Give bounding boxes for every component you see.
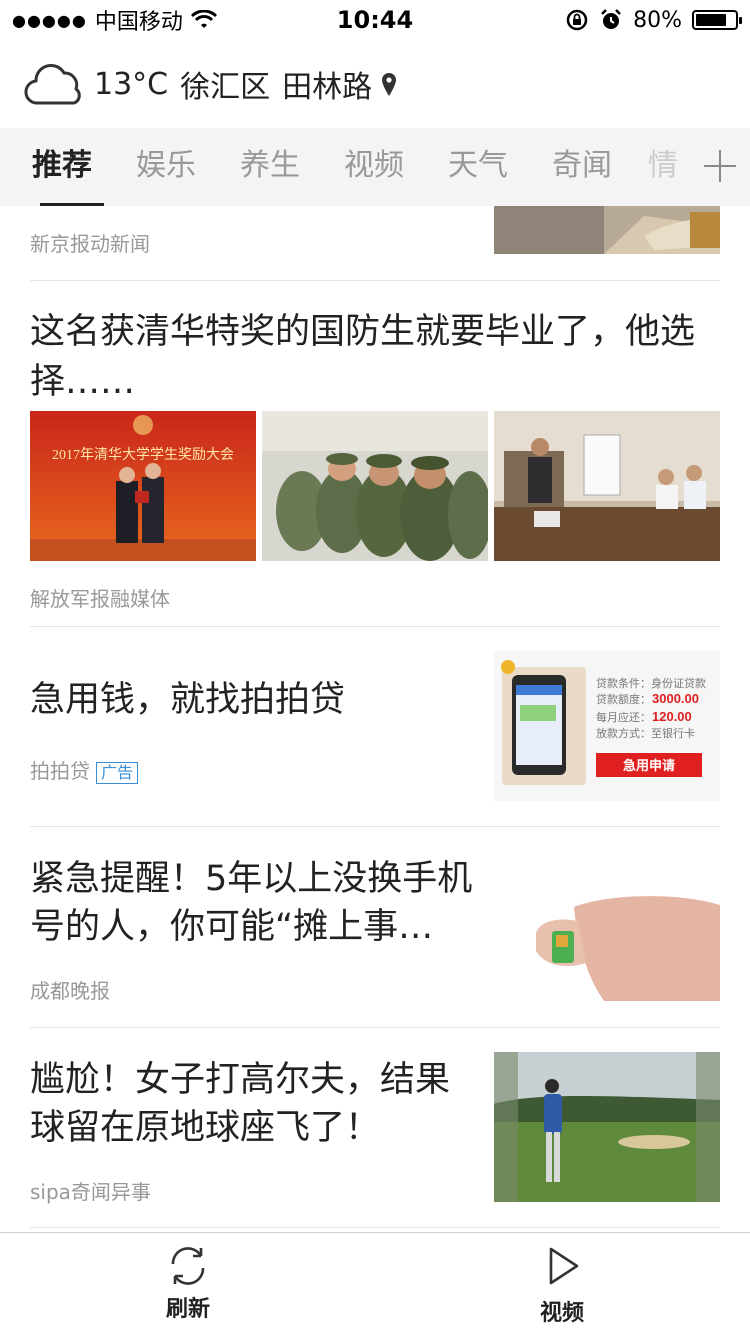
temperature: 13°C xyxy=(94,66,169,102)
signal-icon: ●●●●● xyxy=(12,10,87,30)
item-title: 尴尬！女子打高尔夫，结果球留在原地球座飞了！ xyxy=(30,1060,451,1148)
alarm-icon xyxy=(601,9,621,29)
carrier-label: 中国移动 xyxy=(94,10,183,35)
tab-health[interactable]: 养生 xyxy=(218,128,322,206)
tab-emotion[interactable]: 情 xyxy=(634,128,704,206)
refresh-label: 刷新 xyxy=(165,1297,210,1322)
add-tab-icon[interactable] xyxy=(704,150,736,182)
news-feed: 新京报动新闻 这名获清华特奖的国防生就要毕业了，他选择…… 2017年清华大学学… xyxy=(30,206,720,1228)
wifi-icon xyxy=(190,10,217,28)
item-title: 急用钱，就找拍拍贷 xyxy=(30,680,346,720)
item-source: 解放军报融媒体 xyxy=(30,587,170,611)
ad-line3-label: 每月应还： xyxy=(596,710,651,724)
tab-oddities[interactable]: 奇闻 xyxy=(530,128,634,206)
award-ceremony-image: 2017年清华大学学生奖励大会 xyxy=(30,411,256,561)
news-thumbnail xyxy=(494,206,720,254)
battery-fill xyxy=(696,14,727,26)
list-item[interactable]: 这名获清华特奖的国防生就要毕业了，他选择…… 2017年清华大学学生奖励大会 解… xyxy=(30,281,720,627)
status-bar: ●●●●● 中国移动 10:44 80% xyxy=(0,0,750,40)
list-item[interactable]: 尴尬！女子打高尔夫，结果球留在原地球座飞了！ sipa奇闻异事 xyxy=(30,1028,720,1228)
soldiers-image xyxy=(262,411,488,561)
refresh-button[interactable]: 刷新 xyxy=(128,1243,248,1323)
ad-badge: 广告 xyxy=(96,761,139,784)
road: 田林路 xyxy=(282,70,373,105)
weather-header[interactable]: 13°C 徐汇区 田林路 xyxy=(0,40,750,128)
location-pin-icon xyxy=(382,73,397,96)
district: 徐汇区 xyxy=(180,70,271,105)
bottom-bar: 刷新 视频 xyxy=(0,1232,750,1334)
sim-card-thumbnail xyxy=(494,851,720,1001)
rotation-lock-icon xyxy=(566,9,588,31)
category-tabs: 推荐 娱乐 养生 视频 天气 奇闻 情 xyxy=(0,128,750,206)
meeting-room-image xyxy=(494,411,720,561)
ad-line4: 放款方式：至银行卡 xyxy=(596,726,695,740)
list-item[interactable]: 紧急提醒！5年以上没换手机号的人，你可能“摊上事… 成都晚报 xyxy=(30,827,720,1028)
image-row: 2017年清华大学学生奖励大会 xyxy=(30,411,720,561)
battery-percent: 80% xyxy=(633,7,682,33)
refresh-icon xyxy=(171,1247,205,1285)
video-button[interactable]: 视频 xyxy=(502,1243,622,1327)
item-source: sipa奇闻异事 xyxy=(30,1180,151,1204)
tab-weather[interactable]: 天气 xyxy=(426,128,530,206)
status-left: ●●●●● 中国移动 xyxy=(12,4,312,36)
video-label: 视频 xyxy=(539,1301,584,1326)
ad-apply-button: 急用申请 xyxy=(623,758,675,773)
item-title: 这名获清华特奖的国防生就要毕业了，他选择…… xyxy=(30,312,696,402)
tab-recommend[interactable]: 推荐 xyxy=(10,128,114,206)
cloud-icon xyxy=(24,63,81,105)
item-source: 成都晚报 xyxy=(30,979,110,1003)
list-item[interactable]: 新京报动新闻 xyxy=(30,206,720,281)
ad-line2-label: 贷款额度： xyxy=(596,692,651,706)
tab-video[interactable]: 视频 xyxy=(322,128,426,206)
play-icon xyxy=(549,1247,579,1285)
ad-line3-value: 120.00 xyxy=(652,709,692,724)
item-source: 新京报动新闻 xyxy=(30,232,150,256)
loan-ad-image: 贷款条件：身份证贷款 贷款额度： 3000.00 每月应还： 120.00 放款… xyxy=(494,651,720,801)
ad-list-item[interactable]: 急用钱，就找拍拍贷 拍拍贷 广告 贷款条件：身份证贷款 贷款额度： 3000.00… xyxy=(30,627,720,827)
ceremony-banner-text: 2017年清华大学学生奖励大会 xyxy=(52,446,234,463)
tab-entertainment[interactable]: 娱乐 xyxy=(114,128,218,206)
status-right: 80% xyxy=(565,7,742,33)
battery-icon xyxy=(692,10,742,30)
ad-line2-value: 3000.00 xyxy=(652,691,699,706)
item-source-row: 拍拍贷 广告 xyxy=(30,755,139,784)
golf-thumbnail xyxy=(494,1052,720,1202)
item-source: 拍拍贷 xyxy=(30,759,90,783)
ad-line1: 贷款条件：身份证贷款 xyxy=(596,676,706,690)
item-title: 紧急提醒！5年以上没换手机号的人，你可能“摊上事… xyxy=(30,859,473,947)
